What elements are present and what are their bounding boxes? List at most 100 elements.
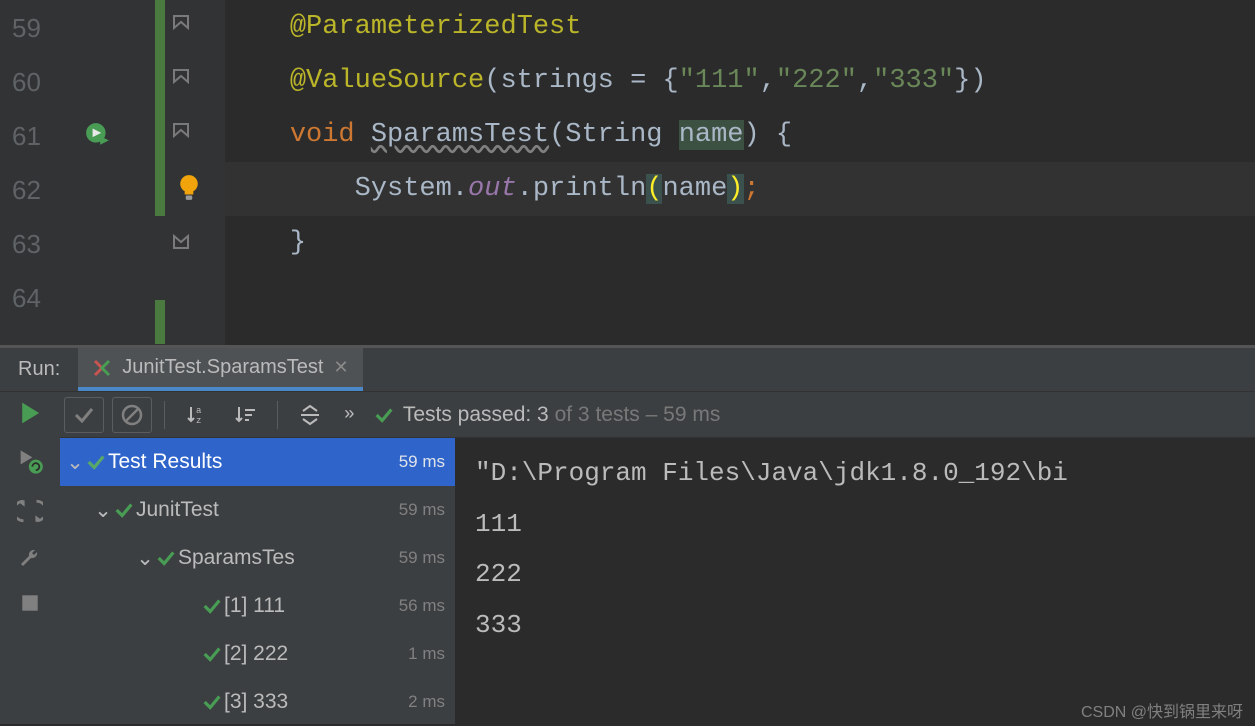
console-line: 222 xyxy=(475,549,1235,600)
line-number: 62 xyxy=(12,175,41,206)
code-text: } xyxy=(290,228,306,258)
wrench-icon[interactable] xyxy=(18,546,42,570)
fold-end-icon[interactable] xyxy=(172,234,190,257)
console-line: 111 xyxy=(475,499,1235,550)
more-icon[interactable]: » xyxy=(344,405,355,425)
separator xyxy=(277,401,278,429)
tree-label: [2] 222 xyxy=(224,642,288,666)
code-text: .println xyxy=(517,174,647,204)
check-icon xyxy=(200,595,224,617)
code-text: }) xyxy=(954,66,986,96)
tree-root[interactable]: ⌄ Test Results 59 ms xyxy=(60,438,455,486)
tree-time: 59 ms xyxy=(399,548,445,568)
test-tree[interactable]: ⌄ Test Results 59 ms ⌄ JunitTest 59 ms ⌄… xyxy=(60,438,455,724)
show-passed-icon[interactable] xyxy=(64,397,104,433)
bulb-icon[interactable] xyxy=(178,174,200,207)
change-marker xyxy=(155,162,165,216)
tree-node[interactable]: ⌄ SparamsTes 59 ms xyxy=(60,534,455,582)
svg-text:a: a xyxy=(196,406,202,416)
summary-prefix: Tests passed: xyxy=(403,403,531,426)
gutter: 59 60 61 62 63 64 xyxy=(0,0,225,345)
line-number: 63 xyxy=(12,229,41,260)
tests-summary: Tests passed: 3 of 3 tests – 59 ms xyxy=(373,403,721,427)
code-annotation: @ParameterizedTest xyxy=(290,12,582,42)
console-output[interactable]: "D:\Program Files\Java\jdk1.8.0_192\bi 1… xyxy=(455,438,1255,724)
toggle-auto-test-icon[interactable] xyxy=(17,498,43,524)
fold-icon[interactable] xyxy=(172,12,190,35)
run-test-icon[interactable] xyxy=(85,122,111,153)
fold-icon[interactable] xyxy=(172,120,190,143)
code-editor[interactable]: 59 60 61 62 63 64 @ParameterizedTest @Va… xyxy=(0,0,1255,345)
tree-node[interactable]: ⌄ JunitTest 59 ms xyxy=(60,486,455,534)
console-line: "D:\Program Files\Java\jdk1.8.0_192\bi xyxy=(475,448,1235,499)
code-text: (strings = { xyxy=(484,66,678,96)
tree-time: 2 ms xyxy=(408,692,445,712)
code-text: , xyxy=(857,66,873,96)
run-left-toolbar xyxy=(0,392,60,724)
chevron-down-icon[interactable]: ⌄ xyxy=(66,450,84,475)
line-number: 64 xyxy=(12,283,41,314)
code-text: name xyxy=(662,174,727,204)
tree-label: [1] 111 xyxy=(224,594,285,618)
code-text: (String xyxy=(549,120,679,150)
run-toolbar: az » Tests passed: 3 of 3 tests – 59 ms xyxy=(60,392,1255,438)
watermark: CSDN @快到锅里来呀 xyxy=(1081,698,1243,722)
stop-icon[interactable] xyxy=(19,592,41,614)
tree-time: 59 ms xyxy=(399,452,445,472)
check-icon xyxy=(112,499,136,521)
check-icon xyxy=(373,404,395,426)
code-annotation: @ValueSource xyxy=(290,66,484,96)
tree-leaf[interactable]: [1] 111 56 ms xyxy=(60,582,455,630)
code-paren: ) xyxy=(727,174,743,204)
tree-label: SparamsTes xyxy=(178,546,295,570)
summary-count: 3 xyxy=(531,403,554,426)
code-text: , xyxy=(760,66,776,96)
run-tool-window-header: Run: JunitTest.SparamsTest ✕ xyxy=(0,348,1255,392)
tree-label: Test Results xyxy=(108,450,222,474)
check-icon xyxy=(200,691,224,713)
change-marker xyxy=(155,0,165,54)
svg-text:z: z xyxy=(196,416,201,426)
tree-leaf[interactable]: [3] 333 2 ms xyxy=(60,678,455,726)
sort-icon[interactable]: az xyxy=(177,397,217,433)
show-ignored-icon[interactable] xyxy=(112,397,152,433)
change-marker xyxy=(155,300,165,344)
change-marker xyxy=(155,108,165,162)
run-label: Run: xyxy=(0,348,78,391)
tree-time: 56 ms xyxy=(399,596,445,616)
line-number: 61 xyxy=(12,121,41,152)
tree-time: 1 ms xyxy=(408,644,445,664)
run-tab-label: JunitTest.SparamsTest xyxy=(122,356,323,379)
line-number: 60 xyxy=(12,67,41,98)
code-text: ) { xyxy=(744,120,793,150)
sort-duration-icon[interactable] xyxy=(225,397,265,433)
code-string: "111" xyxy=(679,66,760,96)
code-area[interactable]: @ParameterizedTest @ValueSource(strings … xyxy=(225,0,1255,345)
separator xyxy=(164,401,165,429)
code-string: "222" xyxy=(776,66,857,96)
code-param: name xyxy=(679,120,744,150)
fold-icon[interactable] xyxy=(172,66,190,89)
change-marker xyxy=(155,54,165,108)
tree-label: [3] 333 xyxy=(224,690,288,714)
code-text: ; xyxy=(744,174,760,204)
code-text: System. xyxy=(355,174,468,204)
run-body: ⌄ Test Results 59 ms ⌄ JunitTest 59 ms ⌄… xyxy=(60,438,1255,724)
expand-all-icon[interactable] xyxy=(290,397,330,433)
tree-time: 59 ms xyxy=(399,500,445,520)
tree-leaf[interactable]: [2] 222 1 ms xyxy=(60,630,455,678)
code-text xyxy=(355,120,371,150)
code-paren: ( xyxy=(646,174,662,204)
check-icon xyxy=(84,451,108,473)
line-number: 59 xyxy=(12,13,41,44)
rerun-failed-icon[interactable] xyxy=(16,448,44,476)
console-line: 333 xyxy=(475,600,1235,651)
code-string: "333" xyxy=(873,66,954,96)
chevron-down-icon[interactable]: ⌄ xyxy=(94,498,112,523)
rerun-icon[interactable] xyxy=(17,400,43,426)
run-tab[interactable]: JunitTest.SparamsTest ✕ xyxy=(78,348,362,391)
junit-icon xyxy=(92,358,112,378)
summary-suffix: of 3 tests – 59 ms xyxy=(555,403,721,426)
close-icon[interactable]: ✕ xyxy=(333,357,348,378)
chevron-down-icon[interactable]: ⌄ xyxy=(136,546,154,571)
